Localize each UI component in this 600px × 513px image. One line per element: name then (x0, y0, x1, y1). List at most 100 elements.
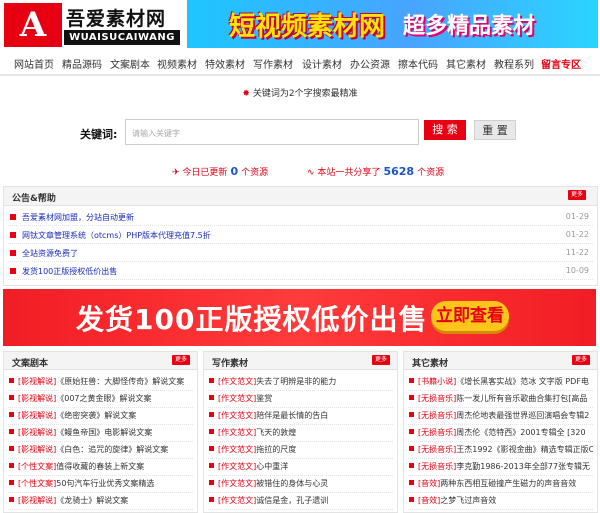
list-item[interactable]: [作文范文]失去了明辨是非的能力 (208, 373, 393, 391)
list-item-tag[interactable]: [个性文案] (18, 462, 56, 471)
list-item-tag[interactable]: [个性文案] (18, 479, 56, 488)
list-item-title[interactable]: 《原始狂兽：大脚怪传奇》解说文案 (56, 377, 184, 386)
list-item-text[interactable]: [音效]两种东西相互碰撞产生磁力的声音音效 (418, 478, 576, 489)
nav-item-home[interactable]: 网站首页 (14, 56, 54, 71)
list-item[interactable]: [作文范文]陪伴是最长情的告白 (208, 407, 393, 425)
list-item-title[interactable]: 陪伴是最长情的告白 (256, 411, 328, 420)
search-button[interactable]: 搜 索 (424, 120, 466, 140)
list-item-title[interactable]: 《增长黑客实战》范冰 文字版 PDF电 (456, 377, 589, 386)
list-item-text[interactable]: [无损音乐]李克勤1986-2013年全部77张专辑无 (418, 461, 590, 472)
notice-more-button[interactable]: 更多 (568, 190, 586, 200)
list-item-tag[interactable]: [影视解说] (18, 377, 56, 386)
list-item-text[interactable]: [作文范文]失去了明辨是非的能力 (218, 376, 336, 387)
header-banner[interactable]: 短视频素材网 超多精品素材 (187, 0, 598, 48)
list-item-tag[interactable]: [作文范文] (218, 496, 256, 505)
list-item-title[interactable]: 飞天的敦煌 (256, 428, 296, 437)
nav-item-office[interactable]: 办公资源 (350, 56, 390, 71)
list-item-title[interactable]: 拖拉的尺度 (256, 445, 296, 454)
list-item-tag[interactable]: [作文范文] (218, 394, 256, 403)
list-item-text[interactable]: [无损音乐]周杰伦《范特西》2001专辑全 [320 (418, 427, 586, 438)
list-item-tag[interactable]: [影视解说] (18, 445, 56, 454)
notice-item[interactable]: 发货100正版授权低价出售 10-09 (8, 265, 593, 280)
list-item-tag[interactable]: [作文范文] (218, 479, 256, 488)
column-more-button[interactable]: 更多 (572, 355, 590, 365)
column-more-button[interactable]: 更多 (172, 355, 190, 365)
list-item-text[interactable]: [影视解说]《白色：追咒的旋律》解说文案 (18, 444, 168, 455)
list-item-title[interactable]: 诚信是金，孔子遗训 (256, 496, 328, 505)
list-item-text[interactable]: [个性文案]值得收藏的春装上新文案 (18, 461, 144, 472)
nav-item-tutorial[interactable]: 教程系列 (494, 56, 534, 71)
list-item-tag[interactable]: [影视解说] (18, 394, 56, 403)
list-item-text[interactable]: [作文范文]拖拉的尺度 (218, 444, 296, 455)
list-item-tag[interactable]: [影视解说] (18, 428, 56, 437)
list-item-text[interactable]: [影视解说]《龙骑士》解说文案 (18, 495, 128, 506)
list-item-tag[interactable]: [影视解说] (18, 411, 56, 420)
nav-item-effects[interactable]: 特效素材 (205, 56, 245, 71)
notice-item[interactable]: 吾爱素材网加盟，分站自动更新 01-29 (8, 211, 593, 226)
list-item-title[interactable]: 失去了明辨是非的能力 (256, 377, 336, 386)
list-item-title[interactable]: 陈一发儿所有音乐歌曲合集打包[高品 (456, 394, 587, 403)
list-item-text[interactable]: [作文范文]被错住的身体与心灵 (218, 478, 328, 489)
list-item[interactable]: [书籍小说]《增长黑客实战》范冰 文字版 PDF电 (408, 373, 593, 391)
list-item-text[interactable]: [影视解说]《007之黄金眼》解说文案 (18, 393, 152, 404)
list-item-text[interactable]: [书籍小说]《增长黑客实战》范冰 文字版 PDF电 (418, 376, 589, 387)
list-item-tag[interactable]: [无损音乐] (418, 411, 456, 420)
list-item-text[interactable]: [无损音乐]陈一发儿所有音乐歌曲合集打包[高品 (418, 393, 587, 404)
list-item-tag[interactable]: [无损音乐] (418, 445, 456, 454)
list-item[interactable]: [作文范文]被错住的身体与心灵 (208, 475, 393, 493)
nav-item-script[interactable]: 文案剧本 (110, 56, 150, 71)
list-item[interactable]: [影视解说]《绝密突袭》解说文案 (8, 407, 193, 425)
list-item-text[interactable]: [个性文案]50句汽车行业优秀文案精选 (18, 478, 154, 489)
list-item-text[interactable]: [作文范文]诚信是金，孔子遗训 (218, 495, 328, 506)
list-item[interactable]: [个性文案]50句汽车行业优秀文案精选 (8, 475, 193, 493)
list-item-text[interactable]: [作文范文]鉴赏 (218, 393, 272, 404)
list-item-tag[interactable]: [作文范文] (218, 411, 256, 420)
search-input[interactable]: 请输入关键字 (125, 119, 419, 145)
nav-item-design[interactable]: 设计素材 (302, 56, 342, 71)
list-item-title[interactable]: 王杰1992《影视金曲》精选专辑正版C (456, 445, 593, 454)
list-item-tag[interactable]: [作文范文] (218, 428, 256, 437)
list-item[interactable]: [作文范文]心中重洋 (208, 458, 393, 476)
list-item[interactable]: [无损音乐]周杰伦《范特西》2001专辑全 [320 (408, 424, 593, 442)
list-item[interactable]: [影视解说]《鳗鱼帝国》电影解说文案 (8, 424, 193, 442)
list-item-tag[interactable]: [无损音乐] (418, 394, 456, 403)
notice-item[interactable]: 网钛文章管理系统（otcms）PHP版本代理充值7.5折 01-22 (8, 229, 593, 244)
notice-item[interactable]: 全站资源免费了 11-22 (8, 247, 593, 262)
list-item-text[interactable]: [影视解说]《原始狂兽：大脚怪传奇》解说文案 (18, 376, 184, 387)
list-item[interactable]: [影视解说]《白色：追咒的旋律》解说文案 (8, 441, 193, 459)
list-item-text[interactable]: [影视解说]《绝密突袭》解说文案 (18, 410, 136, 421)
list-item-tag[interactable]: [书籍小说] (418, 377, 456, 386)
view-now-button[interactable]: 立即查看 (431, 301, 509, 331)
list-item[interactable]: [无损音乐]王杰1992《影视金曲》精选专辑正版C (408, 441, 593, 459)
list-item-text[interactable]: [音效]之梦飞过声音效 (418, 495, 496, 506)
list-item-tag[interactable]: [无损音乐] (418, 462, 456, 471)
list-item-tag[interactable]: [音效] (418, 496, 440, 505)
notice-item-title[interactable]: 吾爱素材网加盟，分站自动更新 (22, 212, 134, 223)
nav-item-source[interactable]: 精品源码 (62, 56, 102, 71)
list-item-title[interactable]: 《绝密突袭》解说文案 (56, 411, 136, 420)
list-item-title[interactable]: 心中重洋 (256, 462, 288, 471)
list-item-text[interactable]: [作文范文]飞天的敦煌 (218, 427, 296, 438)
list-item[interactable]: [无损音乐]李克勤1986-2013年全部77张专辑无 (408, 458, 593, 476)
list-item-text[interactable]: [作文范文]心中重洋 (218, 461, 288, 472)
list-item-title[interactable]: 鉴赏 (256, 394, 272, 403)
list-item-tag[interactable]: [作文范文] (218, 445, 256, 454)
list-item-title[interactable]: 值得收藏的春装上新文案 (56, 462, 144, 471)
list-item-text[interactable]: [无损音乐]王杰1992《影视金曲》精选专辑正版C (418, 444, 593, 455)
list-item-text[interactable]: [作文范文]陪伴是最长情的告白 (218, 410, 328, 421)
list-item[interactable]: [作文范文]诚信是金，孔子遗训 (208, 492, 393, 510)
list-item[interactable]: [影视解说]《龙骑士》解说文案 (8, 492, 193, 510)
list-item[interactable]: [作文范文]拖拉的尺度 (208, 441, 393, 459)
column-more-button[interactable]: 更多 (372, 355, 390, 365)
list-item-title[interactable]: 《鳗鱼帝国》电影解说文案 (56, 428, 152, 437)
list-item-title[interactable]: 50句汽车行业优秀文案精选 (56, 479, 154, 488)
list-item-title[interactable]: 两种东西相互碰撞产生磁力的声音音效 (440, 479, 576, 488)
list-item-tag[interactable]: [无损音乐] (418, 428, 456, 437)
logo-title[interactable]: 吾爱素材网 (66, 4, 166, 31)
list-item-title[interactable]: 《白色：追咒的旋律》解说文案 (56, 445, 168, 454)
list-item[interactable]: [无损音乐]陈一发儿所有音乐歌曲合集打包[高品 (408, 390, 593, 408)
list-item-title[interactable]: 《007之黄金眼》解说文案 (56, 394, 151, 403)
list-item[interactable]: [影视解说]《原始狂兽：大脚怪传奇》解说文案 (8, 373, 193, 391)
logo-mark[interactable]: A (4, 3, 62, 47)
list-item-title[interactable]: 李克勤1986-2013年全部77张专辑无 (456, 462, 590, 471)
